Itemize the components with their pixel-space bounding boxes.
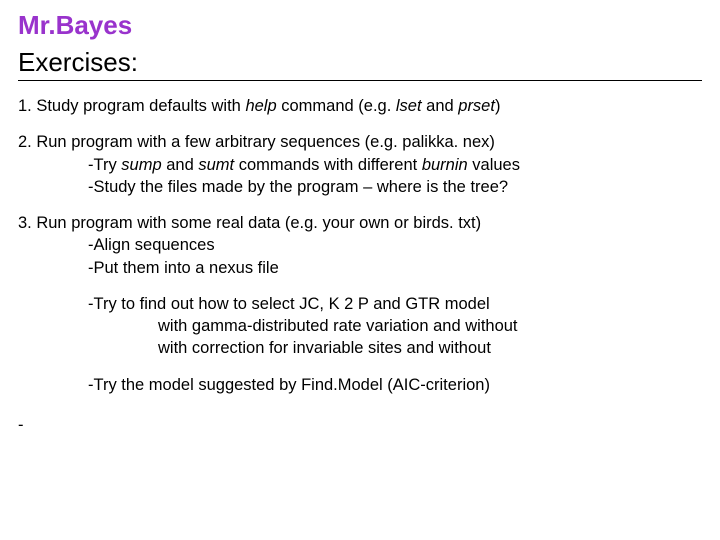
cmd-sump: sump — [121, 156, 161, 174]
subitem: -Put them into a nexus file — [18, 257, 702, 279]
text: 1. Study program defaults with — [18, 97, 245, 115]
section-heading: Exercises: — [18, 47, 702, 81]
text: command (e.g. — [277, 97, 396, 115]
exercise-3b: -Try to find out how to select JC, K 2 P… — [18, 293, 702, 360]
cmd-sumt: sumt — [198, 156, 234, 174]
exercise-1: 1. Study program defaults with help comm… — [18, 95, 702, 117]
page-title: Mr.Bayes — [18, 10, 702, 41]
subitem: -Try to find out how to select JC, K 2 P… — [18, 293, 702, 315]
text: ) — [495, 97, 501, 115]
text: and — [162, 156, 199, 174]
exercise-3c: -Try the model suggested by Find.Model (… — [18, 374, 702, 396]
subsubitem: with gamma-distributed rate variation an… — [18, 315, 702, 337]
text: 3. Run program with some real data (e.g.… — [18, 212, 702, 234]
text: 2. Run program with a few arbitrary sequ… — [18, 131, 702, 153]
exercise-2: 2. Run program with a few arbitrary sequ… — [18, 131, 702, 198]
param-burnin: burnin — [422, 156, 468, 174]
subitem: -Try sump and sumt commands with differe… — [18, 154, 702, 176]
subitem: -Try the model suggested by Find.Model (… — [18, 374, 702, 396]
text: -Try — [88, 156, 121, 174]
subsubitem: with correction for invariable sites and… — [18, 337, 702, 359]
text: values — [468, 156, 520, 174]
cmd-prset: prset — [458, 97, 495, 115]
text: commands with different — [234, 156, 422, 174]
exercise-3: 3. Run program with some real data (e.g.… — [18, 212, 702, 279]
trailing-dash: - — [18, 416, 702, 435]
subitem: -Study the files made by the program – w… — [18, 176, 702, 198]
text: and — [422, 97, 459, 115]
cmd-lset: lset — [396, 97, 422, 115]
subitem: -Align sequences — [18, 234, 702, 256]
cmd-help: help — [245, 97, 276, 115]
